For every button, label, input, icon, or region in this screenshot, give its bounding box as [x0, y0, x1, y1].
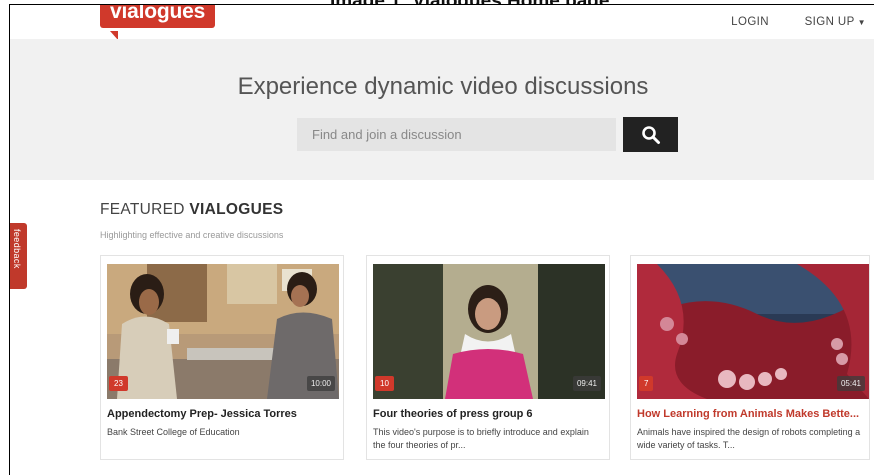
video-card[interactable]: 7 05:41 How Learning from Animals Makes …	[630, 255, 870, 460]
discussion-search-input[interactable]	[297, 118, 616, 151]
video-title-link[interactable]: Four theories of press group 6	[373, 408, 605, 420]
thumbnail-image	[107, 264, 339, 399]
hero-headline: Experience dynamic video discussions	[237, 73, 649, 100]
comment-count-badge: 7	[639, 376, 654, 391]
caret-down-icon: ▼	[857, 18, 866, 27]
duration-badge: 05:41	[836, 376, 865, 391]
video-card[interactable]: 10 09:41 Four theories of press group 6 …	[366, 255, 610, 460]
feedback-tab[interactable]: feedback	[10, 223, 27, 289]
search-button[interactable]	[623, 117, 678, 152]
featured-heading: FEATURED VIALOGUES	[100, 201, 283, 219]
hero-banner: Experience dynamic video discussions	[10, 39, 874, 180]
thumbnail-image	[373, 264, 605, 399]
video-description: Animals have inspired the design of robo…	[637, 427, 861, 450]
thumbnail-image	[637, 264, 869, 399]
signup-label: SIGN UP	[804, 16, 855, 28]
account-nav: LOGIN SIGN UP ▼	[699, 16, 866, 28]
vialogues-logo[interactable]: vialogues	[100, 5, 216, 28]
video-thumbnail[interactable]: 7 05:41	[637, 264, 869, 399]
login-link[interactable]: LOGIN	[731, 16, 769, 28]
feedback-label: feedback	[12, 229, 22, 269]
search-icon	[641, 125, 660, 144]
video-thumbnail[interactable]: 23 10:00	[107, 264, 339, 399]
video-card[interactable]: 23 10:00 Appendectomy Prep- Jessica Torr…	[100, 255, 344, 460]
duration-badge: 10:00	[306, 376, 335, 391]
top-nav-bar: vialogues LOGIN SIGN UP ▼	[10, 5, 874, 40]
featured-heading-prefix: FEATURED	[100, 201, 185, 218]
browser-page: vialogues LOGIN SIGN UP ▼ Experience dyna…	[9, 4, 874, 475]
video-description: Bank Street College of Education	[107, 427, 240, 437]
signup-dropdown[interactable]: SIGN UP ▼	[805, 16, 866, 28]
video-description: This video's purpose is to briefly intro…	[373, 427, 589, 450]
video-thumbnail[interactable]: 10 09:41	[373, 264, 605, 399]
featured-subtitle: Highlighting effective and creative disc…	[100, 230, 284, 240]
comment-count-badge: 10	[375, 376, 394, 391]
featured-heading-bold: VIALOGUES	[189, 201, 284, 218]
video-title-link[interactable]: How Learning from Animals Makes Bette...	[637, 408, 869, 420]
comment-count-badge: 23	[109, 376, 128, 391]
duration-badge: 09:41	[572, 376, 601, 391]
video-title-link[interactable]: Appendectomy Prep- Jessica Torres	[107, 408, 339, 420]
